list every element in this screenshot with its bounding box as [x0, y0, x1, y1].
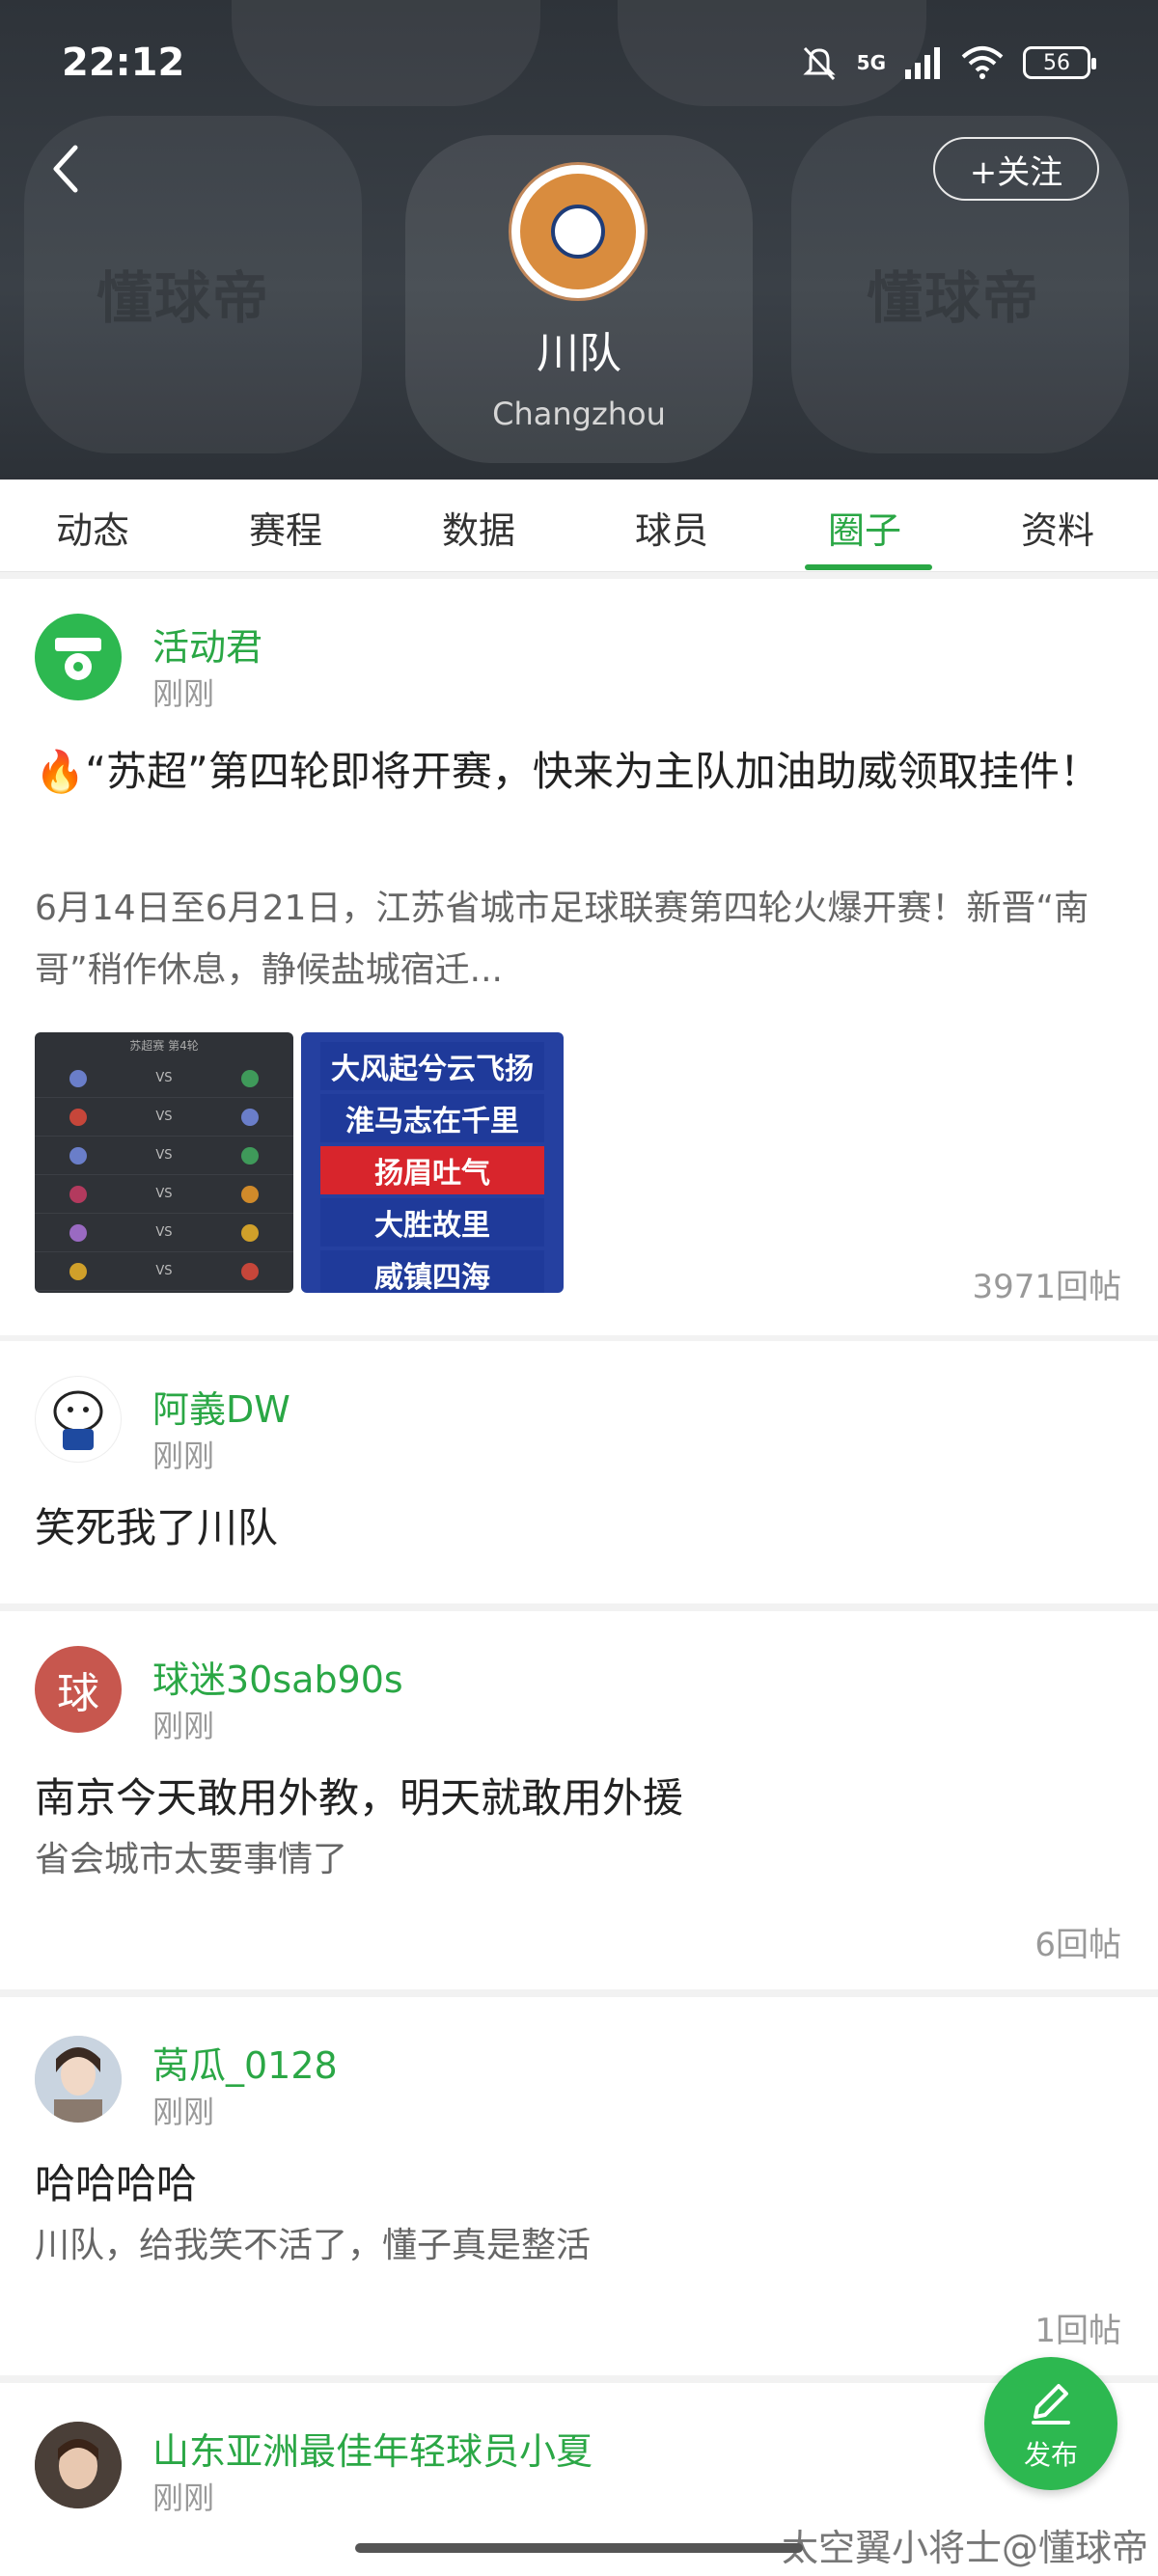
publish-label: 发布 — [1023, 2439, 1078, 2471]
reply-count: 3971回帖 — [972, 1268, 1121, 1306]
post-username[interactable]: 山东亚洲最佳年轻球员小夏 — [152, 2422, 593, 2475]
status-bar: 22:12 5G 56 — [0, 0, 1158, 130]
post-card[interactable]: 阿義DW 刚刚 笑死我了川队 — [0, 1341, 1158, 1603]
network-label: 5G — [856, 51, 886, 74]
banner-line: 威镇四海 — [320, 1250, 544, 1293]
avatar[interactable] — [35, 1376, 122, 1463]
fixture-title: 苏超赛 第4轮 — [129, 1039, 199, 1053]
banner-line: 淮马志在千里 — [320, 1094, 544, 1142]
post-title[interactable]: 哈哈哈哈 — [35, 2148, 1125, 2221]
home-indicator[interactable] — [355, 2543, 803, 2553]
banner-line: 大胜故里 — [320, 1198, 544, 1247]
pencil-icon — [1032, 2384, 1070, 2425]
avatar[interactable] — [35, 2422, 122, 2508]
post-title[interactable]: 南京今天敢用外教，明天就敢用外援 — [35, 1762, 1125, 1835]
banner-line: 扬眉吐气 — [320, 1146, 544, 1194]
team-header: 懂球帝 懂球帝 22:12 5G 56 +关注 川队 Changzhou — [0, 0, 1158, 480]
wifi-icon — [961, 46, 1004, 79]
signal-icon — [905, 47, 940, 79]
post-card[interactable]: 莴瓜_0128 刚刚 哈哈哈哈 川队，给我笑不活了，懂子真是整活 1回帖 — [0, 1997, 1158, 2375]
team-logo — [509, 162, 648, 301]
tab-dynamics[interactable]: 动态 — [56, 501, 129, 554]
follow-button[interactable]: +关注 — [933, 137, 1099, 201]
post-image-banners[interactable]: 大风起兮云飞扬 淮马志在千里 扬眉吐气 大胜故里 威镇四海 — [301, 1032, 564, 1293]
reply-count: 1回帖 — [1034, 2312, 1121, 2350]
post-username[interactable]: 活动君 — [152, 617, 262, 671]
post-time: 刚刚 — [152, 2094, 215, 2130]
post-username[interactable]: 阿義DW — [152, 1380, 290, 1433]
back-button[interactable] — [46, 140, 104, 198]
post-card[interactable]: 球 球迷30sab90s 刚刚 南京今天敢用外教，明天就敢用外援 省会城市太要事… — [0, 1611, 1158, 1989]
cartoon-dog-avatar-icon — [53, 1390, 103, 1450]
avatar[interactable] — [35, 2036, 122, 2123]
credit-watermark: 太空翼小将士@懂球帝 — [781, 2527, 1148, 2569]
post-time: 刚刚 — [152, 1438, 215, 1474]
soccer-ball-icon — [55, 638, 101, 680]
status-time: 22:12 — [62, 41, 185, 85]
active-tab-indicator — [805, 564, 932, 570]
tab-bar: 动态 赛程 数据 球员 圈子 资料 — [0, 480, 1158, 572]
post-body[interactable]: 省会城市太要事情了 — [35, 1829, 1125, 1891]
mute-icon — [803, 46, 836, 81]
publish-button[interactable]: 发布 — [984, 2357, 1117, 2490]
post-time: 刚刚 — [152, 675, 215, 712]
team-subname: Changzhou — [492, 396, 666, 432]
post-body[interactable]: 6月14日至6月21日，江苏省城市足球联赛第四轮火爆开赛！新晋“南哥”稍作休息，… — [35, 878, 1125, 1001]
post-card[interactable]: 活动君 刚刚 🔥“苏超”第四轮即将开赛，快来为主队加油助威领取挂件！ 6月14日… — [0, 579, 1158, 1335]
person-avatar-icon — [35, 2422, 122, 2508]
person-avatar-icon — [35, 2036, 122, 2123]
avatar[interactable] — [35, 614, 122, 700]
tab-info[interactable]: 资料 — [1021, 501, 1094, 554]
chevron-left-icon — [53, 145, 78, 193]
post-time: 刚刚 — [152, 2480, 215, 2516]
reply-count: 6回帖 — [1034, 1926, 1121, 1964]
post-image-fixtures[interactable]: 苏超赛 第4轮 VS VS VS VS VS VS — [35, 1032, 293, 1293]
battery-indicator: 56 — [1023, 46, 1096, 79]
tab-players[interactable]: 球员 — [635, 501, 708, 554]
avatar[interactable]: 球 — [35, 1646, 122, 1733]
team-name: 川队 — [537, 329, 621, 378]
post-time: 刚刚 — [152, 1708, 215, 1744]
tab-circle[interactable]: 圈子 — [828, 501, 901, 554]
post-username[interactable]: 球迷30sab90s — [152, 1650, 403, 1703]
tab-schedule[interactable]: 赛程 — [249, 501, 322, 554]
post-title[interactable]: 笑死我了川队 — [35, 1492, 1125, 1565]
tab-stats[interactable]: 数据 — [442, 501, 515, 554]
banner-line: 大风起兮云飞扬 — [320, 1042, 544, 1090]
post-body[interactable]: 川队，给我笑不活了，懂子真是整活 — [35, 2215, 1125, 2277]
post-username[interactable]: 莴瓜_0128 — [152, 2036, 338, 2089]
post-title[interactable]: 🔥“苏超”第四轮即将开赛，快来为主队加油助威领取挂件！ — [35, 735, 1125, 808]
